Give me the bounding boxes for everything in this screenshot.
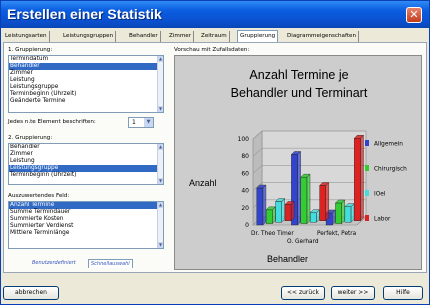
legend-swatch	[365, 215, 369, 221]
nth-element-value: 1	[132, 119, 136, 126]
chart-plot: 0 20 40 60 80 100 Dr. Theo Timer Perfekt, Petra…	[189, 130, 407, 264]
legend-swatch	[365, 140, 369, 146]
tab-diagrammeigenschaften[interactable]: Diagrammeigenschaften	[285, 31, 360, 42]
grouping1-scrollbar[interactable]: ▲ ▼	[157, 56, 163, 112]
grouping1-listbox[interactable]: Termindatum Behandler Zimmer Leistung Leistu…	[8, 55, 164, 113]
bar	[284, 204, 292, 221]
evaluated-field-item[interactable]: Mittlere Terminlänge	[9, 230, 163, 237]
evaluated-field-item[interactable]: Anzahl Termine	[9, 202, 163, 209]
evaluated-field-item[interactable]: Summierter Verdienst	[9, 223, 163, 230]
bar-side	[290, 200, 295, 222]
legend-swatch	[365, 190, 369, 196]
grouping1-item[interactable]: Zimmer	[9, 70, 163, 77]
scroll-up-icon[interactable]: ▲	[158, 56, 163, 62]
grouping2-item[interactable]: Leistung	[9, 158, 163, 165]
bar	[256, 187, 264, 226]
next-button[interactable]: weiter >>	[331, 286, 375, 300]
y-tick-label: 80	[241, 153, 249, 160]
tab-gruppierung[interactable]: Gruppierung	[237, 30, 279, 42]
bar	[319, 185, 327, 221]
statistics-wizard-window: Erstellen einer Statistik ✕ Leistungsart…	[0, 0, 430, 305]
tab-behandler[interactable]: Behandler	[127, 31, 161, 42]
y-tick-label: 0	[245, 222, 249, 229]
bar-side	[262, 184, 267, 226]
scroll-up-icon[interactable]: ▲	[158, 144, 163, 150]
y-axis-label: Anzahl	[189, 178, 217, 188]
bar	[344, 206, 352, 223]
grouping1-item[interactable]: Leistungsgruppe	[9, 84, 163, 91]
close-icon[interactable]: ✕	[406, 7, 422, 23]
scroll-down-icon[interactable]: ▼	[158, 242, 163, 248]
y-tick-label: 100	[238, 136, 250, 143]
grouping2-label: 2. Gruppierung:	[8, 135, 53, 141]
nth-element-select[interactable]: 1 ▼	[128, 117, 154, 128]
back-button[interactable]: << zurück	[281, 286, 325, 300]
bar	[354, 138, 361, 221]
evaluated-field-label: Auszuwertendes Feld:	[8, 193, 70, 199]
bar-side	[306, 173, 311, 225]
legend-label: Labor	[374, 217, 391, 223]
title-bar[interactable]: Erstellen einer Statistik ✕	[1, 1, 429, 28]
window-title: Erstellen einer Statistik	[7, 6, 162, 22]
grouping1-item[interactable]: Behandler	[9, 63, 163, 70]
help-button[interactable]: Hilfe	[383, 286, 423, 300]
button-bar: abbrechen << zurück weiter >> Hilfe	[1, 274, 429, 304]
preview-label: Vorschau mit Zufallsdaten:	[174, 47, 250, 53]
grouping1-item[interactable]: Leistung	[9, 77, 163, 84]
evaluated-field-item[interactable]: Summierte Kosten	[9, 216, 163, 223]
chart-title-line-1: Anzahl Termine je	[249, 68, 349, 82]
grouping2-item[interactable]: Terminbeginn (Uhrzeit)	[9, 172, 163, 179]
tab-strip: Leistungsarten Leistungsgruppen Behandle…	[3, 30, 427, 42]
tab-panel: 1. Gruppierung: Termindatum Behandler Zimm…	[3, 42, 427, 273]
x-tick-label: O. Gerhard	[287, 239, 319, 245]
bar	[300, 176, 308, 224]
grouping2-item[interactable]: Leistungsgruppe	[9, 165, 163, 172]
nth-element-label: Jedes n.te Element beschriften:	[8, 119, 96, 125]
bar-side	[341, 199, 345, 225]
bar-side	[360, 134, 364, 222]
evaluated-field-listbox[interactable]: Anzahl Termine Summe Termindauer Summierte…	[8, 201, 164, 249]
y-tick-label: 20	[241, 205, 249, 212]
bar	[309, 212, 317, 223]
bar-side	[281, 198, 285, 223]
chevron-down-icon[interactable]: ▼	[144, 118, 153, 127]
tab-leistungsgruppen[interactable]: Leistungsgruppen	[61, 31, 117, 42]
x-axis-label: Behandler	[267, 254, 308, 264]
bar	[335, 202, 342, 224]
x-tick-label: Dr. Theo Timer	[251, 231, 294, 237]
grouping2-item[interactable]: Zimmer	[9, 151, 163, 158]
tab-benutzerdefiniert[interactable]: Benutzerdefiniert	[30, 259, 78, 268]
legend-label: Allgemein	[374, 142, 403, 148]
evaluated-field-item[interactable]: Summe Termindauer	[9, 209, 163, 216]
grouping2-item[interactable]: Behandler	[9, 144, 163, 151]
grouping1-label: 1. Gruppierung:	[8, 47, 53, 53]
legend-label: Chirurgisch	[374, 167, 407, 173]
x-tick-label: Perfekt, Petra	[317, 231, 357, 237]
tab-leistungsarten[interactable]: Leistungsarten	[3, 31, 50, 42]
y-tick-label: 60	[241, 170, 249, 177]
bar	[275, 201, 282, 223]
grouping1-item[interactable]: Geänderte Termine	[9, 98, 163, 105]
grouping1-item[interactable]: Termindatum	[9, 56, 163, 63]
grouping2-scrollbar[interactable]: ▲ ▼	[157, 144, 163, 184]
bar-side	[297, 150, 301, 226]
y-tick-label: 40	[241, 188, 249, 195]
legend-swatch	[365, 165, 369, 171]
tab-zeitraum[interactable]: Zeitraum	[199, 31, 230, 42]
bar	[265, 209, 273, 224]
scroll-down-icon[interactable]: ▼	[158, 178, 163, 184]
chart-preview: Anzahl Termine je Behandler und Terminar…	[174, 55, 422, 270]
grouping2-listbox[interactable]: Behandler Zimmer Leistung Leistungsgruppe Te…	[8, 143, 164, 185]
chart-title-line-2: Behandler und Terminart	[230, 86, 368, 100]
grouping1-item[interactable]: Terminbeginn (Uhrzeit)	[9, 91, 163, 98]
evaluated-field-scrollbar[interactable]: ▲ ▼	[157, 202, 163, 248]
scroll-up-icon[interactable]: ▲	[158, 202, 163, 208]
tab-zimmer[interactable]: Zimmer	[167, 31, 195, 42]
scroll-down-icon[interactable]: ▼	[158, 106, 163, 112]
legend-label: IOel	[374, 192, 386, 198]
tab-schnellauswahl[interactable]: Schnellauswahl	[88, 259, 133, 268]
bar-side	[325, 182, 330, 222]
cancel-button[interactable]: abbrechen	[3, 286, 59, 300]
